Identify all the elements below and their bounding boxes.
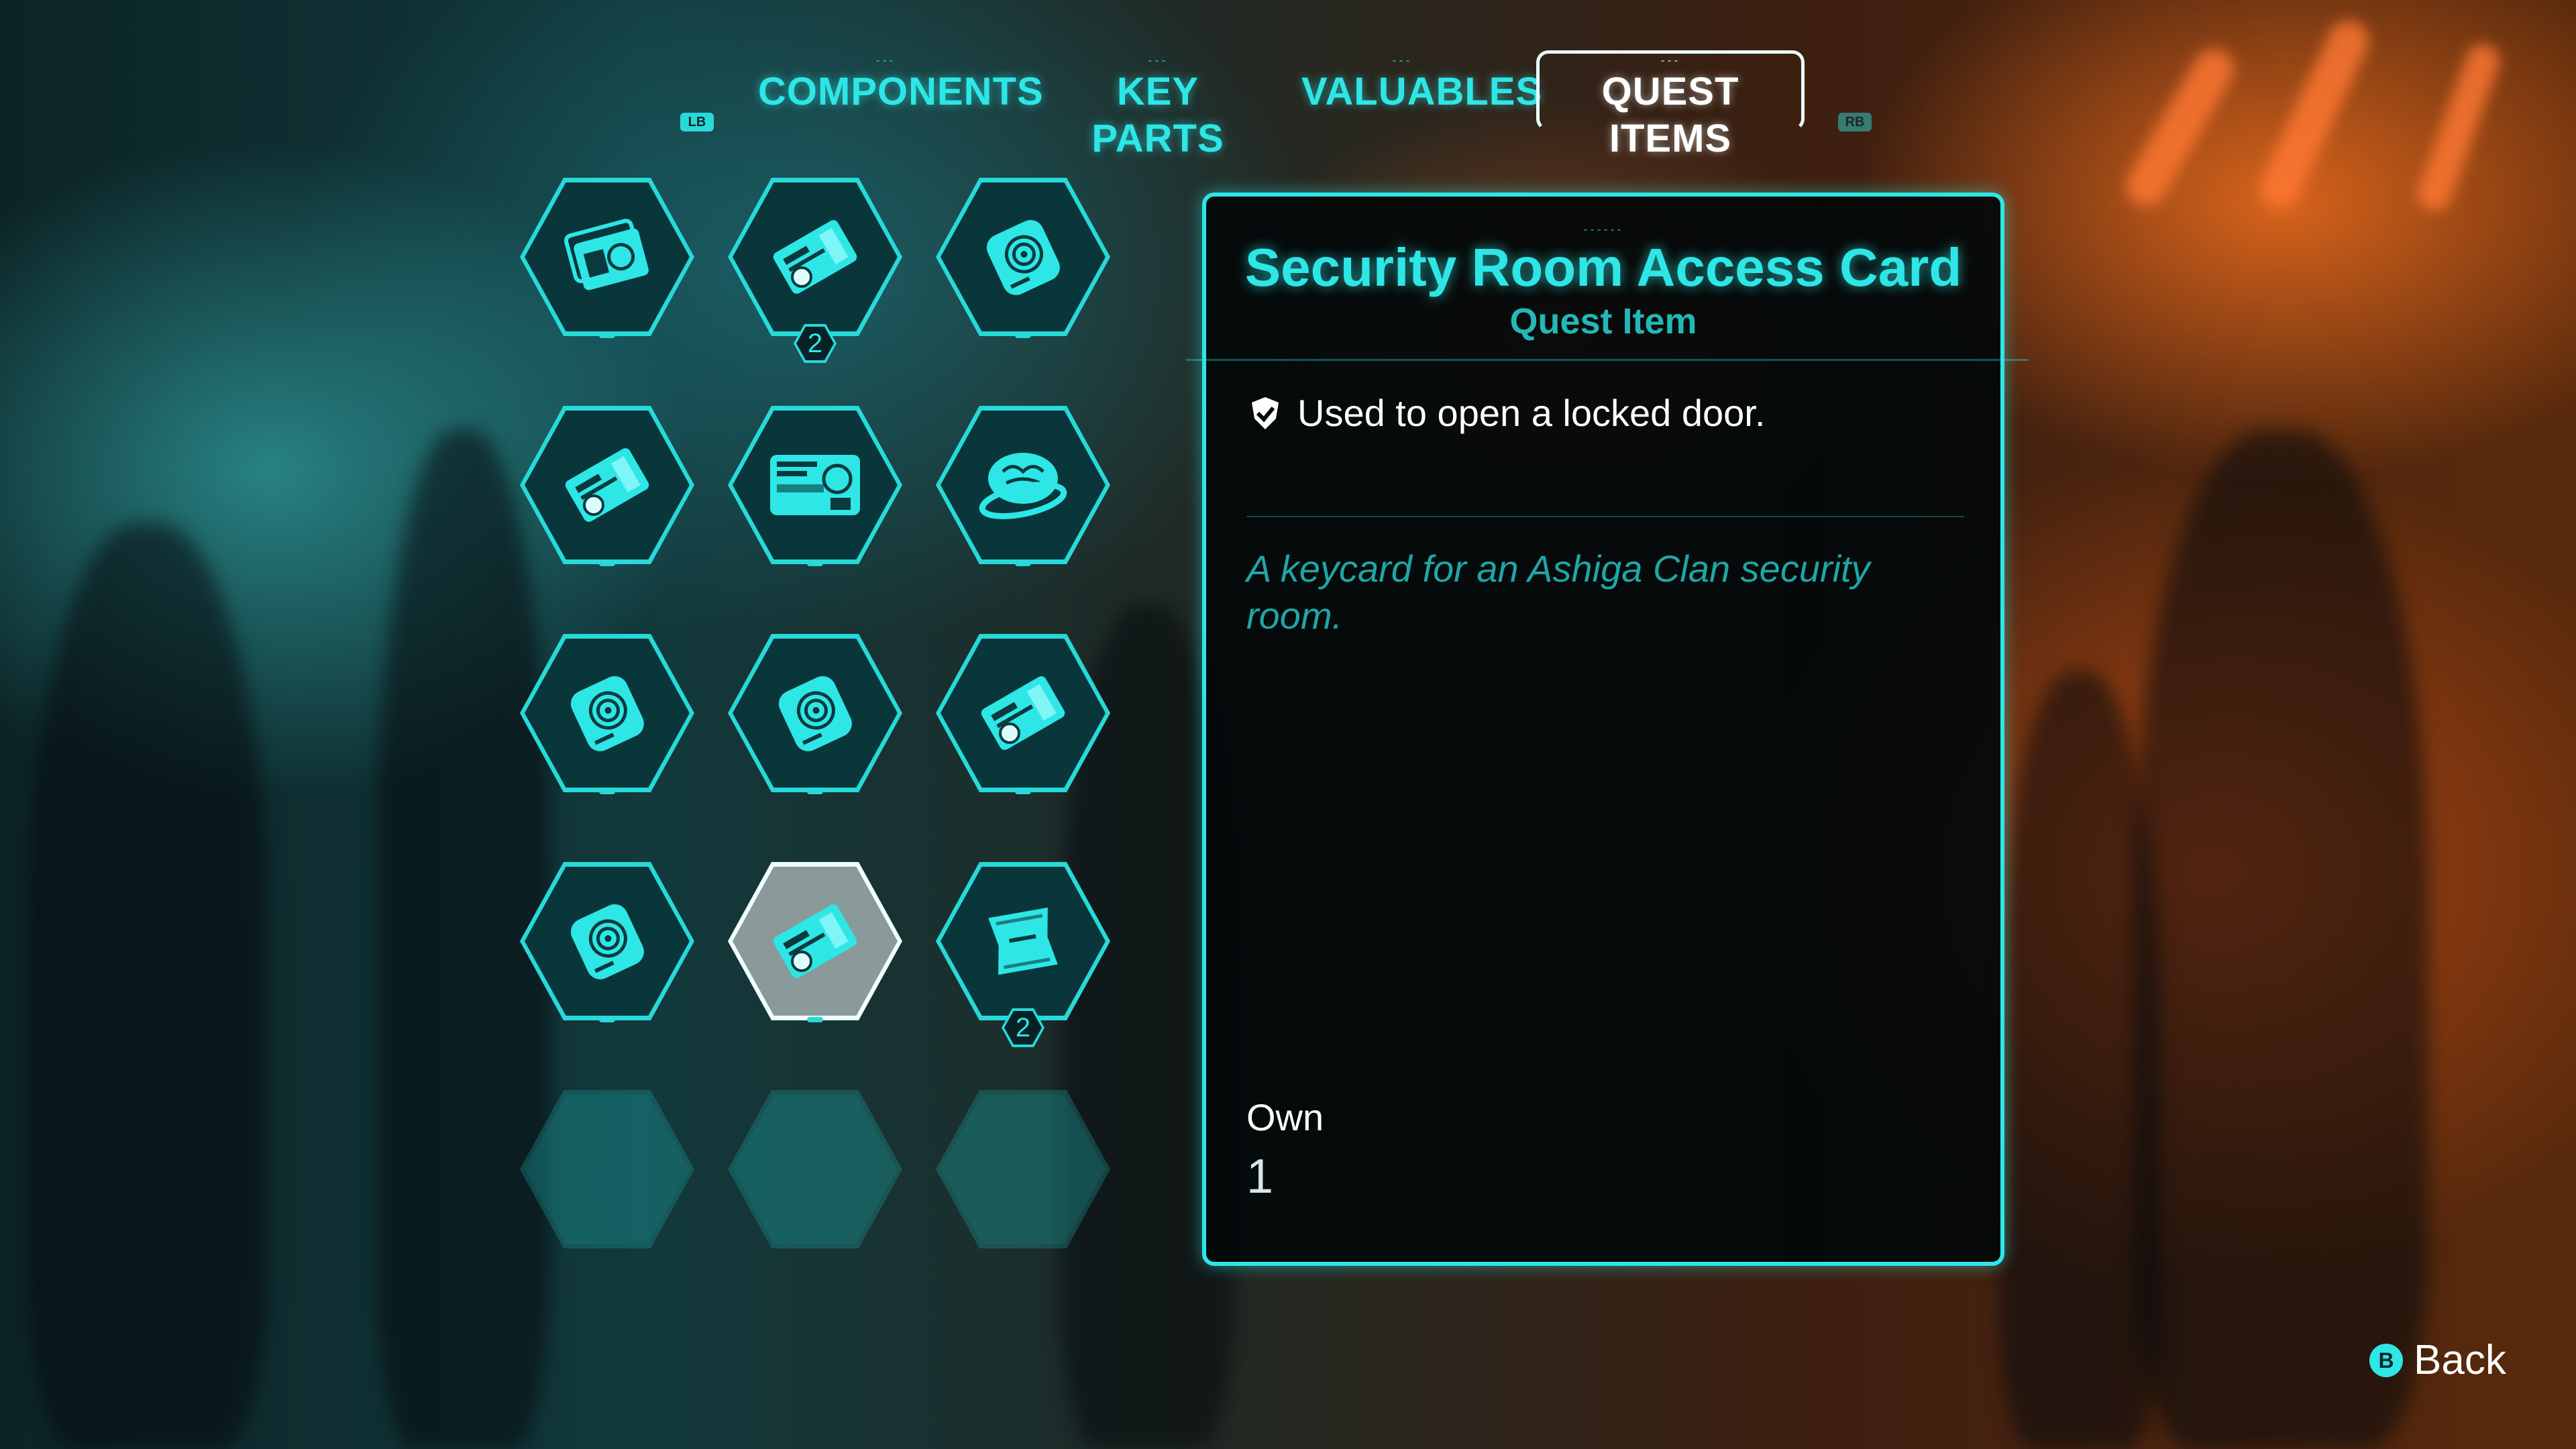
rb-bumper-icon[interactable]: RB [1838,113,1872,131]
divider [1186,359,2029,361]
slot-tick [599,561,615,566]
tab-decoration: ⁃⁃⁃ [1392,56,1412,66]
b-button-icon: B [2369,1343,2403,1377]
data-drive-icon [973,213,1073,301]
access-card-icon [557,441,657,529]
slot-tick [1015,789,1031,794]
data-drive-icon [557,898,657,985]
tab-decoration: ⁃⁃⁃ [1148,56,1168,66]
id-cards-icon [557,213,657,301]
item-slot[interactable]: 2 [728,178,909,363]
tab-label: KEY PARTS [1091,70,1224,160]
lb-bumper-icon[interactable]: LB [680,113,714,131]
item-detail-panel: ⁃⁃⁃⁃⁃⁃ Security Room Access Card Quest I… [1186,193,2029,1266]
tab-quest-items[interactable]: ⁃⁃⁃ QUEST ITEMS [1536,50,1805,160]
tab-decoration: ⁃⁃⁃ [1660,56,1680,66]
tab-decoration: ⁃⁃⁃ [875,56,896,66]
item-slot[interactable] [936,406,1117,567]
item-slot[interactable] [520,634,701,795]
item-slot[interactable] [936,178,1117,339]
category-tabs: LB ⁃⁃⁃ COMPONENTS ⁃⁃⁃ KEY PARTS ⁃⁃⁃ VALU… [0,40,2576,160]
id-badge-icon [758,441,872,529]
shield-check-icon [1252,396,1279,429]
tab-label: QUEST ITEMS [1601,70,1739,160]
item-title: Security Room Access Card [1244,237,1962,297]
item-slot[interactable] [728,862,909,1023]
item-grid: 22 [520,178,1124,1265]
slot-tick [1015,561,1031,566]
empty-item-slot [728,1090,909,1251]
item-slot[interactable] [520,406,701,567]
tab-label: COMPONENTS [758,70,1044,113]
panel-decoration: ⁃⁃⁃⁃⁃⁃ [1583,225,1623,235]
slot-tick [599,333,615,338]
own-value: 1 [1246,1150,1274,1203]
tab-label: VALUABLES [1301,70,1543,113]
tab-valuables[interactable]: ⁃⁃⁃ VALUABLES [1301,54,1543,127]
back-button[interactable]: B Back [2369,1336,2506,1384]
slot-tick [1015,333,1031,338]
slot-tick [807,789,823,794]
slot-tick [807,1017,823,1022]
slot-tick [599,789,615,794]
access-card-icon [765,898,865,985]
item-effect-text: Used to open a locked door. [1297,392,1766,434]
access-card-icon [973,669,1073,757]
tab-components[interactable]: ⁃⁃⁃ COMPONENTS [758,54,1044,127]
access-card-icon [765,213,865,301]
packet-icon [973,898,1073,985]
back-label: Back [2414,1337,2506,1383]
divider [1246,516,1964,517]
item-slot[interactable] [520,862,701,1023]
own-label: Own [1246,1096,1324,1138]
data-drive-icon [765,669,865,757]
count-value: 2 [1004,1011,1042,1044]
slot-tick [807,561,823,566]
slot-tick [599,1017,615,1022]
data-drive-icon [557,669,657,757]
empty-item-slot [520,1090,701,1251]
count-value: 2 [796,327,834,360]
item-type: Quest Item [1509,301,1697,341]
tab-key-parts[interactable]: ⁃⁃⁃ KEY PARTS [1057,54,1258,160]
brain-ring-icon [969,441,1077,529]
item-slot[interactable]: 2 [936,862,1117,1047]
item-slot[interactable] [520,178,701,339]
item-slot[interactable] [728,634,909,795]
empty-item-slot [936,1090,1117,1251]
item-slot[interactable] [936,634,1117,795]
item-effect: Used to open a locked door. [1246,391,1765,435]
item-description: A keycard for an Ashiga Clan security ro… [1246,547,1870,637]
item-slot[interactable] [728,406,909,567]
